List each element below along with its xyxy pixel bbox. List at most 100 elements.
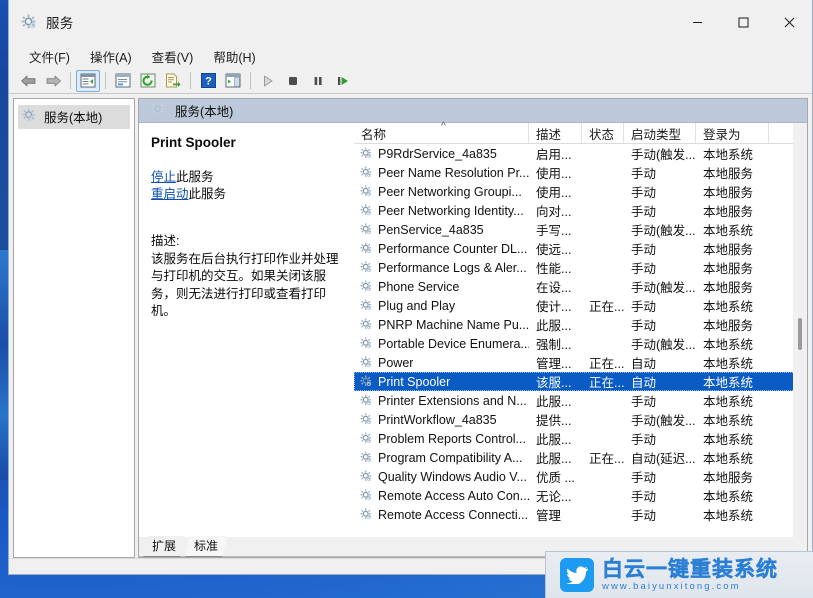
tab-standard[interactable]: 标准 [185, 536, 227, 557]
row-desc: 优质 ... [529, 467, 582, 486]
vertical-scrollbar[interactable] [793, 123, 807, 537]
sidebar-item-services-local[interactable]: 服务(本地) [18, 105, 130, 129]
row-logon: 本地系统 [696, 372, 769, 391]
service-gear-icon [360, 413, 373, 426]
table-row[interactable]: Performance Logs & Aler...性能...手动本地服务 [354, 258, 807, 277]
column-header-0[interactable]: 名称^ [354, 123, 529, 143]
row-service-name: Remote Access Connecti... [354, 508, 529, 522]
column-header-label: 启动类型 [631, 124, 681, 143]
row-service-name-text: Remote Access Auto Con... [378, 489, 529, 503]
row-startup: 手动 [624, 239, 696, 258]
row-logon: 本地服务 [696, 258, 769, 277]
row-startup: 自动 [624, 372, 696, 391]
row-service-name-text: Phone Service [378, 280, 459, 294]
menu-help[interactable]: 帮助(H) [203, 45, 265, 68]
table-row[interactable]: Plug and Play使计...正在...手动本地系统 [354, 296, 807, 315]
toolbar-separator [70, 72, 71, 89]
restart-service-icon[interactable] [331, 70, 355, 92]
stop-service-icon[interactable] [281, 70, 305, 92]
row-service-name: Peer Networking Groupi... [354, 185, 529, 199]
column-header-4[interactable]: 登录为 [696, 123, 769, 143]
table-row-selected[interactable]: Print Spooler该服...正在...自动本地系统 [354, 372, 807, 391]
help-icon[interactable]: ? [196, 70, 220, 92]
row-service-name: PrintWorkflow_4a835 [354, 413, 529, 427]
row-startup: 手动(触发... [624, 277, 696, 296]
restart-service-action: 重启动此服务 [151, 186, 342, 203]
table-row[interactable]: PNRP Machine Name Pu...此服...手动本地服务 [354, 315, 807, 334]
table-row[interactable]: Quality Windows Audio V...优质 ...手动本地服务 [354, 467, 807, 486]
row-service-name: Phone Service [354, 280, 529, 294]
start-service-icon[interactable] [256, 70, 280, 92]
maximize-button[interactable] [720, 0, 766, 44]
table-row[interactable]: Power管理...正在...自动本地系统 [354, 353, 807, 372]
row-service-name-text: Peer Name Resolution Pr... [378, 166, 529, 180]
table-row[interactable]: Printer Extensions and N...此服...手动本地系统 [354, 391, 807, 410]
show-tree-icon[interactable] [76, 70, 100, 92]
row-service-name: Print Spooler [354, 375, 529, 389]
service-gear-icon [360, 204, 373, 217]
row-service-name-text: Print Spooler [378, 375, 450, 389]
row-desc: 该服... [529, 372, 582, 391]
table-row[interactable]: Performance Counter DL...使远...手动本地服务 [354, 239, 807, 258]
export-list-icon[interactable] [161, 70, 185, 92]
row-service-name-text: Portable Device Enumera... [378, 337, 529, 351]
sidebar-item-label: 服务(本地) [44, 107, 102, 126]
close-button[interactable] [766, 0, 812, 44]
row-startup: 手动 [624, 182, 696, 201]
row-status: 正在... [582, 296, 624, 315]
row-service-name-text: Plug and Play [378, 299, 455, 313]
services-gear-icon [21, 14, 38, 31]
service-gear-icon [360, 280, 373, 293]
table-row[interactable]: Peer Name Resolution Pr...使用...手动本地服务 [354, 163, 807, 182]
row-desc: 强制... [529, 334, 582, 353]
forward-arrow-icon[interactable] [41, 70, 65, 92]
restart-service-link[interactable]: 重启动 [151, 187, 189, 201]
scrollbar-thumb[interactable] [798, 318, 802, 350]
properties-icon[interactable] [111, 70, 135, 92]
table-row[interactable]: Remote Access Auto Con...无论...手动本地系统 [354, 486, 807, 505]
stop-service-link[interactable]: 停止 [151, 170, 176, 184]
services-gear-icon [151, 102, 168, 119]
list-column-headers: 名称^描述状态启动类型登录为 [354, 123, 807, 144]
minimize-button[interactable] [674, 0, 720, 44]
show-action-pane-icon[interactable] [221, 70, 245, 92]
table-row[interactable]: P9RdrService_4a835启用...手动(触发...本地系统 [354, 144, 807, 163]
table-row[interactable]: Problem Reports Control...此服...手动本地系统 [354, 429, 807, 448]
row-logon: 本地系统 [696, 448, 769, 467]
back-arrow-icon[interactable] [16, 70, 40, 92]
row-desc: 使远... [529, 239, 582, 258]
table-row[interactable]: Peer Networking Identity...向对...手动本地服务 [354, 201, 807, 220]
sort-ascending-icon: ^ [441, 121, 446, 132]
menu-view[interactable]: 查看(V) [142, 45, 204, 68]
window-title: 服务 [46, 12, 73, 32]
menu-file[interactable]: 文件(F) [19, 45, 80, 68]
row-service-name: Quality Windows Audio V... [354, 470, 529, 484]
table-row[interactable]: Peer Networking Groupi...使用...手动本地服务 [354, 182, 807, 201]
row-service-name-text: P9RdrService_4a835 [378, 147, 497, 161]
table-row[interactable]: Portable Device Enumera...强制...手动(触发...本… [354, 334, 807, 353]
refresh-icon[interactable] [136, 70, 160, 92]
column-header-1[interactable]: 描述 [529, 123, 582, 143]
table-row[interactable]: Phone Service在设...手动(触发...本地服务 [354, 277, 807, 296]
row-startup: 手动 [624, 315, 696, 334]
row-service-name: P9RdrService_4a835 [354, 147, 529, 161]
table-row[interactable]: PrintWorkflow_4a835提供...手动(触发...本地系统 [354, 410, 807, 429]
column-header-2[interactable]: 状态 [582, 123, 624, 143]
pause-service-icon[interactable] [306, 70, 330, 92]
table-row[interactable]: PenService_4a835手写...手动(触发...本地系统 [354, 220, 807, 239]
column-header-3[interactable]: 启动类型 [624, 123, 696, 143]
menu-action[interactable]: 操作(A) [80, 45, 142, 68]
row-service-name: Power [354, 356, 529, 370]
service-gear-icon [360, 223, 373, 236]
row-desc: 启用... [529, 144, 582, 163]
tab-label: 标准 [194, 539, 218, 553]
tab-extended[interactable]: 扩展 [143, 536, 185, 557]
table-row[interactable]: Program Compatibility A...此服...正在...自动(延… [354, 448, 807, 467]
row-service-name: Program Compatibility A... [354, 451, 529, 465]
svg-text:?: ? [205, 76, 212, 88]
row-logon: 本地服务 [696, 315, 769, 334]
row-service-name: Printer Extensions and N... [354, 394, 529, 408]
row-desc: 手写... [529, 220, 582, 239]
table-row[interactable]: Remote Access Connecti...管理手动本地系统 [354, 505, 807, 524]
row-startup: 手动 [624, 391, 696, 410]
